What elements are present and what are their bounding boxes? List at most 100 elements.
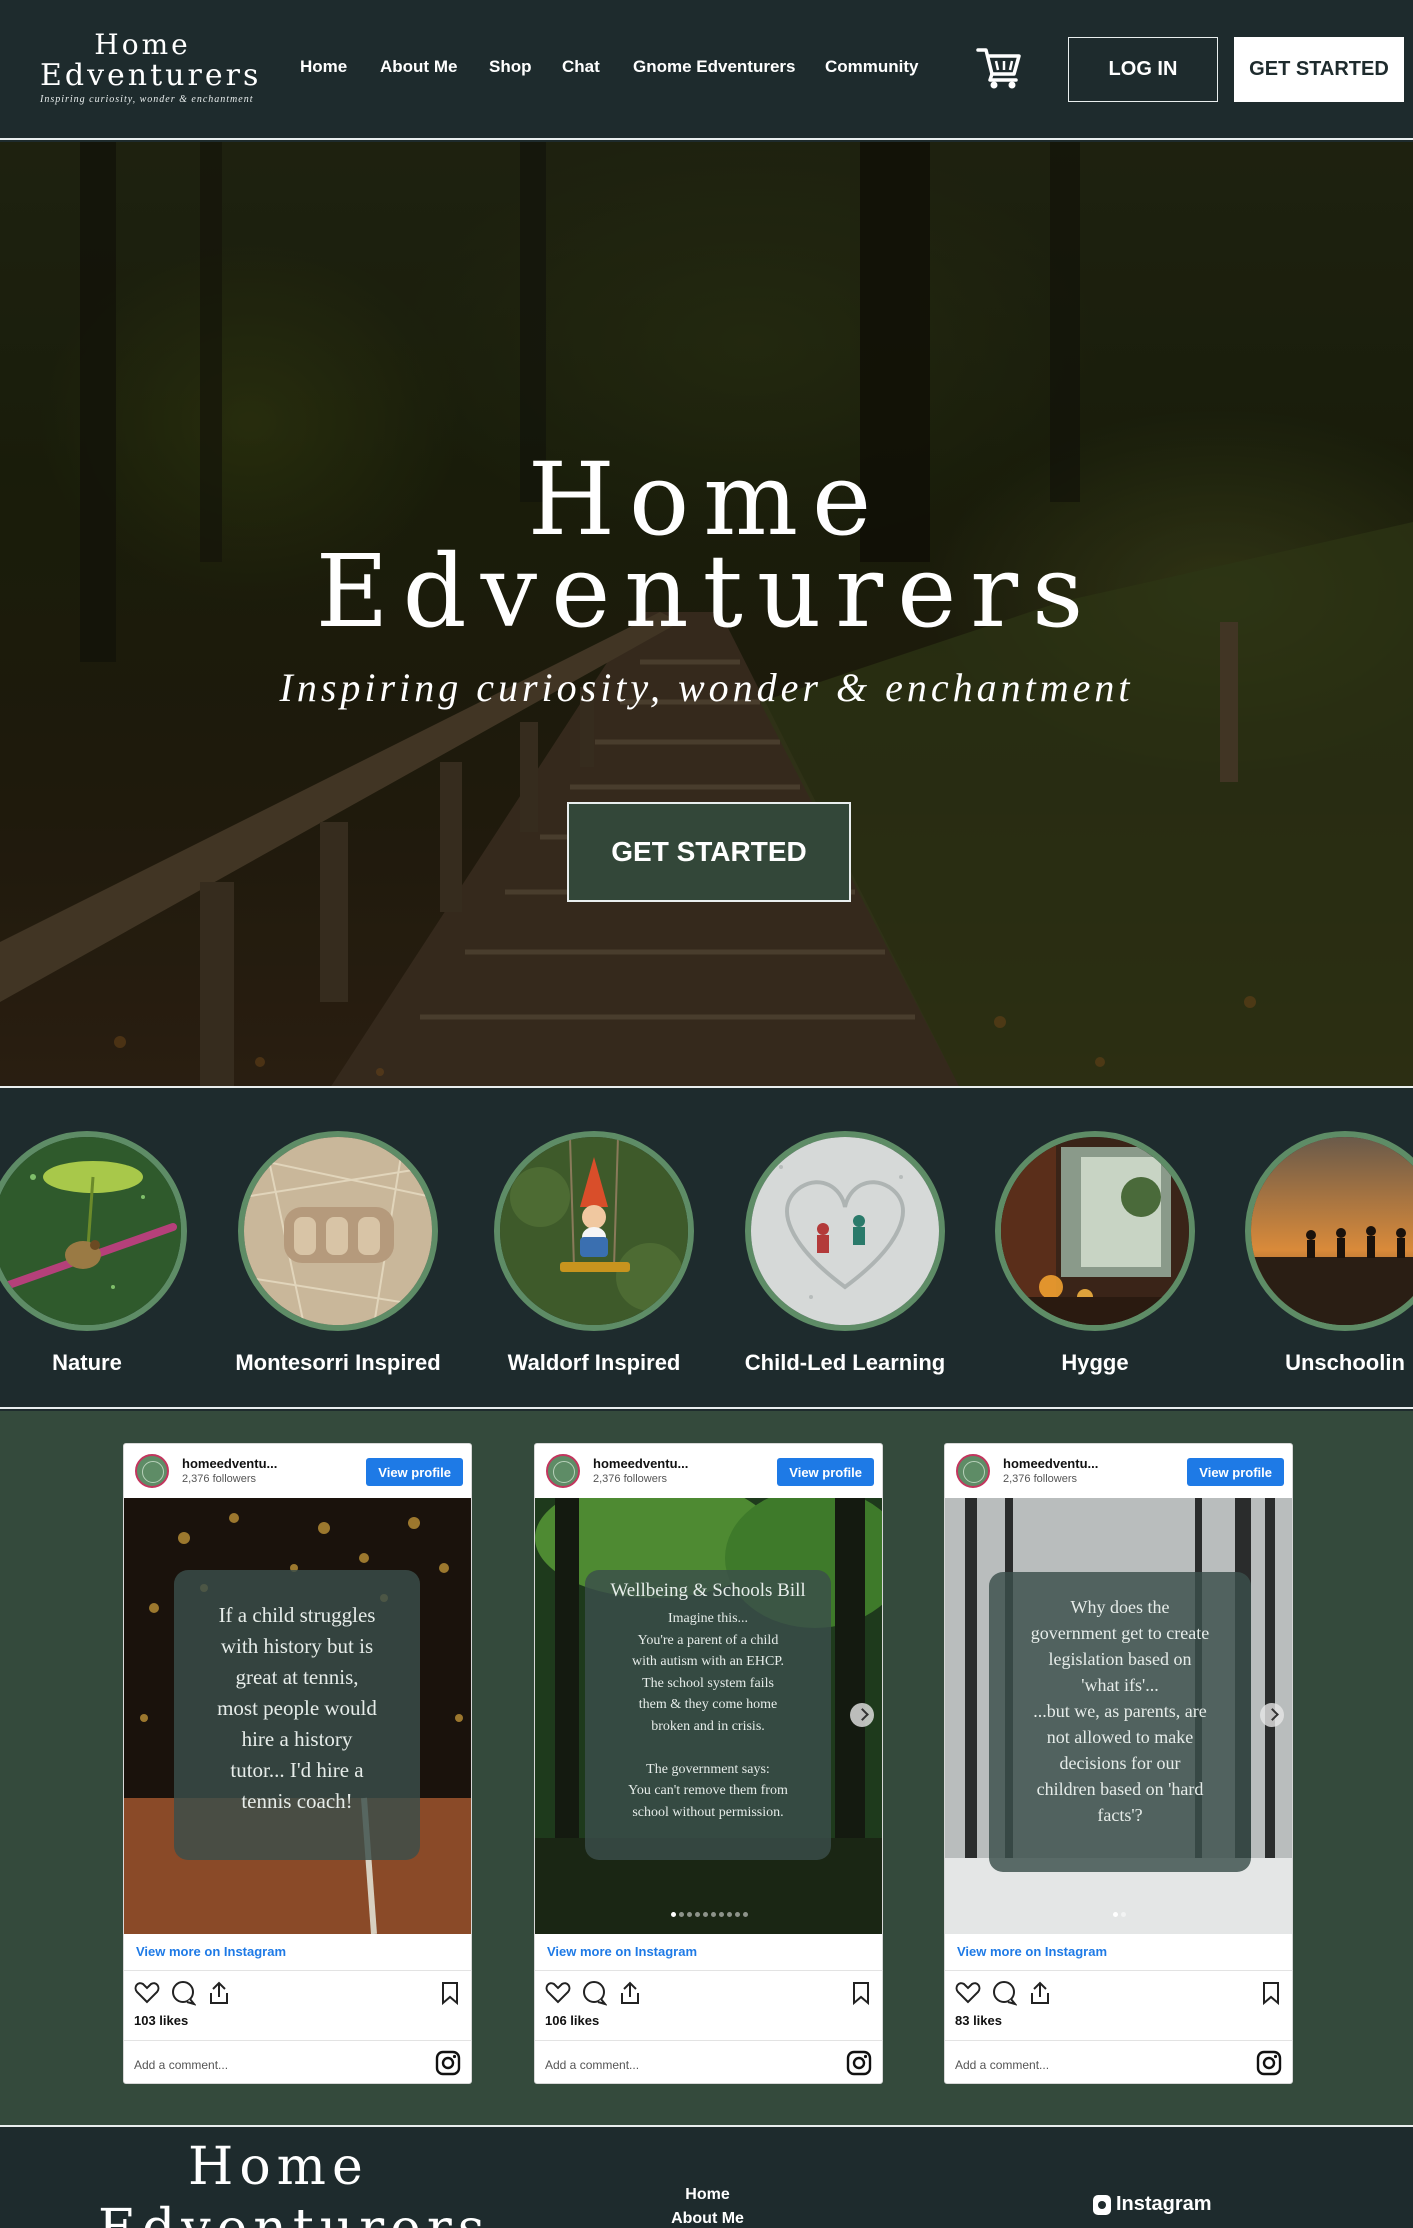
nav-home[interactable]: Home <box>300 57 347 77</box>
site-header: Home Edventurers Inspiring curiosity, wo… <box>0 0 1413 140</box>
post-likes: 83 likes <box>955 2013 1002 2028</box>
divider <box>124 1970 471 1971</box>
view-profile-button[interactable]: View profile <box>366 1458 463 1486</box>
post-card-title: Wellbeing & Schools Bill <box>610 1580 806 1601</box>
heart-icon[interactable] <box>545 1980 571 2006</box>
chevron-right-icon[interactable] <box>850 1703 874 1727</box>
post-actions <box>955 1980 1284 2008</box>
get-started-button-hero[interactable]: GET STARTED <box>567 802 851 902</box>
category-unschooling-image <box>1245 1131 1413 1331</box>
footer-logo-line-2: Edventurers <box>98 2199 490 2228</box>
nav-community[interactable]: Community <box>825 57 919 77</box>
post-quote-card: Why does the government get to create le… <box>989 1572 1251 1872</box>
get-started-button-header[interactable]: GET STARTED <box>1234 37 1404 102</box>
share-icon[interactable] <box>617 1980 643 2006</box>
instagram-feed-section: homeedventu... 2,376 followers View prof… <box>0 1411 1413 2127</box>
post-header: homeedventu... 2,376 followers View prof… <box>535 1444 882 1498</box>
footer-instagram-label: Instagram <box>1116 2193 1212 2215</box>
post-followers: 2,376 followers <box>1003 1473 1077 1485</box>
divider <box>945 1970 1292 1971</box>
footer-link-about-me[interactable]: About Me <box>620 2207 795 2228</box>
instagram-post-2: homeedventu... 2,376 followers View prof… <box>534 1443 883 2084</box>
instagram-icon[interactable] <box>1256 2050 1282 2076</box>
footer-link-home[interactable]: Home <box>620 2183 795 2207</box>
comment-icon[interactable] <box>170 1980 196 2006</box>
add-comment-input[interactable]: Add a comment... <box>134 2058 228 2072</box>
category-hygge-label: Hygge <box>1061 1350 1129 1375</box>
footer-nav: Home About Me <box>620 2183 795 2228</box>
profile-avatar[interactable] <box>135 1454 169 1488</box>
view-profile-button[interactable]: View profile <box>1187 1458 1284 1486</box>
category-montessori-image <box>238 1131 438 1331</box>
category-child-led-label: Child-Led Learning <box>744 1350 946 1375</box>
hero-subtitle: Inspiring curiosity, wonder & enchantmen… <box>279 665 1134 710</box>
carousel-dots <box>535 1904 882 1922</box>
instagram-icon[interactable] <box>846 2050 872 2076</box>
site-logo[interactable]: Home Edventurers Inspiring curiosity, wo… <box>40 28 262 106</box>
footer-logo-line-1: Home <box>188 2137 369 2197</box>
post-image[interactable]: Wellbeing & Schools Bill Imagine this...… <box>535 1498 882 1934</box>
heart-icon[interactable] <box>134 1980 160 2006</box>
post-quote-text: Why does the government get to create le… <box>1030 1597 1210 1825</box>
bookmark-icon[interactable] <box>437 1980 463 2006</box>
instagram-icon[interactable] <box>435 2050 461 2076</box>
view-more-link[interactable]: View more on Instagram <box>957 1944 1107 1959</box>
chevron-right-icon[interactable] <box>1260 1703 1284 1727</box>
bookmark-icon[interactable] <box>848 1980 874 2006</box>
share-icon[interactable] <box>1027 1980 1053 2006</box>
post-image[interactable]: Why does the government get to create le… <box>945 1498 1292 1934</box>
add-comment-input[interactable]: Add a comment... <box>955 2058 1049 2072</box>
logo-line-1: Home <box>94 28 191 61</box>
footer-instagram-link[interactable]: Instagram <box>1092 2193 1212 2216</box>
category-waldorf-image <box>494 1131 694 1331</box>
instagram-post-3: homeedventu... 2,376 followers View prof… <box>944 1443 1293 2084</box>
category-montessori-label: Montesorri Inspired <box>235 1350 441 1375</box>
category-child-led-learning[interactable]: Child-Led Learning <box>745 1131 945 1375</box>
view-profile-button[interactable]: View profile <box>777 1458 874 1486</box>
comment-icon[interactable] <box>581 1980 607 2006</box>
post-image[interactable]: If a child struggles with history but is… <box>124 1498 471 1934</box>
profile-avatar[interactable] <box>546 1454 580 1488</box>
heart-icon[interactable] <box>955 1980 981 2006</box>
divider <box>535 2040 882 2041</box>
nav-shop[interactable]: Shop <box>489 57 532 77</box>
hero-section: Home Edventurers Inspiring curiosity, wo… <box>0 142 1413 1088</box>
post-quote-card: If a child struggles with history but is… <box>174 1570 420 1860</box>
comment-icon[interactable] <box>991 1980 1017 2006</box>
post-quote-text: Imagine this... You're a parent of a chi… <box>628 1611 788 1820</box>
site-footer: Home Edventurers Home About Me Instagram <box>0 2129 1413 2228</box>
post-header: homeedventu... 2,376 followers View prof… <box>124 1444 471 1498</box>
post-username[interactable]: homeedventu... <box>182 1456 277 1471</box>
post-header: homeedventu... 2,376 followers View prof… <box>945 1444 1292 1498</box>
instagram-icon <box>1093 2194 1111 2215</box>
post-likes: 103 likes <box>134 2013 189 2028</box>
post-followers: 2,376 followers <box>182 1473 256 1485</box>
nav-about-me[interactable]: About Me <box>380 57 457 77</box>
post-actions <box>545 1980 874 2008</box>
post-username[interactable]: homeedventu... <box>593 1456 688 1471</box>
category-child-led-image <box>745 1131 945 1331</box>
post-quote-text: If a child struggles with history but is… <box>217 1603 377 1813</box>
add-comment-input[interactable]: Add a comment... <box>545 2058 639 2072</box>
profile-avatar[interactable] <box>956 1454 990 1488</box>
bookmark-icon[interactable] <box>1258 1980 1284 2006</box>
category-waldorf[interactable]: Waldorf Inspired <box>494 1131 694 1375</box>
category-waldorf-label: Waldorf Inspired <box>507 1350 681 1375</box>
carousel-dots <box>945 1904 1292 1922</box>
view-more-link[interactable]: View more on Instagram <box>136 1944 286 1959</box>
login-button[interactable]: LOG IN <box>1068 37 1218 102</box>
nav-chat[interactable]: Chat <box>562 57 600 77</box>
view-more-link[interactable]: View more on Instagram <box>547 1944 697 1959</box>
shopping-cart-icon[interactable] <box>976 46 1022 90</box>
nav-gnome-edventurers[interactable]: Gnome Edventurers <box>633 57 796 77</box>
divider <box>535 1970 882 1971</box>
post-username[interactable]: homeedventu... <box>1003 1456 1098 1471</box>
post-actions <box>134 1980 463 2008</box>
category-unschooling[interactable]: Unschoolin <box>1245 1131 1413 1375</box>
logo-line-2: Edventurers <box>40 58 262 93</box>
category-hygge-image <box>995 1131 1195 1331</box>
category-hygge[interactable]: Hygge <box>995 1131 1195 1375</box>
category-montessori[interactable]: Montesorri Inspired <box>235 1131 441 1375</box>
share-icon[interactable] <box>206 1980 232 2006</box>
category-nature[interactable]: Nature <box>0 1131 187 1375</box>
